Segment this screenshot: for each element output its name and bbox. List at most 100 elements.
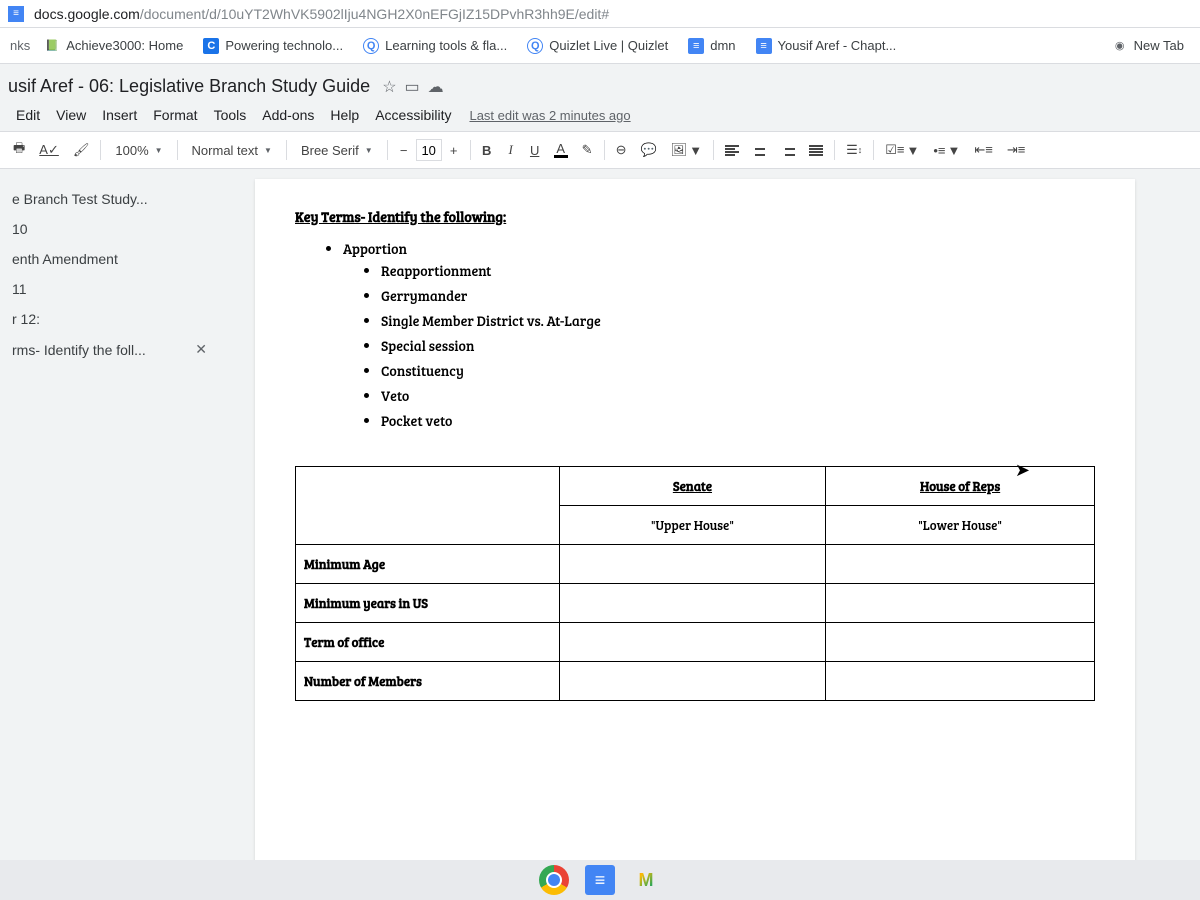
row-label: Minimum years in US <box>296 584 560 623</box>
list-item: Veto <box>381 383 1095 408</box>
docs-header: usif Aref - 06: Legislative Branch Study… <box>0 64 1200 131</box>
font-dropdown[interactable]: Bree Serif▼ <box>292 139 382 162</box>
paragraph-style-dropdown[interactable]: Normal text▼ <box>183 139 281 162</box>
outline-item[interactable]: r 12: <box>0 305 215 333</box>
bookmarks-bar: nks 📗 Achieve3000: Home CPowering technol… <box>0 28 1200 64</box>
align-right-icon[interactable] <box>775 142 801 159</box>
bookmark-label: dmn <box>710 38 735 53</box>
bookmark-icon: C <box>203 38 219 54</box>
outline-item[interactable]: enth Amendment <box>0 245 215 273</box>
table-header-senate: Senate <box>559 467 826 506</box>
docs-favicon: ≡ <box>8 6 24 22</box>
table-subheader: "Upper House" <box>559 506 826 545</box>
outline-item[interactable]: rms- Identify the foll...✕ <box>0 335 215 364</box>
table-row: Senate House of Reps <box>296 467 1095 506</box>
table-row: Term of office <box>296 623 1095 662</box>
menu-help[interactable]: Help <box>322 105 367 125</box>
menu-addons[interactable]: Add-ons <box>254 105 322 125</box>
comment-icon[interactable]: 💬 <box>634 139 662 161</box>
workspace: e Branch Test Study... 10 enth Amendment… <box>0 169 1200 895</box>
bookmark-label: Quizlet Live | Quizlet <box>549 38 668 53</box>
table-subheader: "Lower House" <box>826 506 1095 545</box>
bookmark-quizlet[interactable]: Q Quizlet Live | Quizlet <box>519 34 676 58</box>
comparison-table: Senate House of Reps "Upper House" "Lowe… <box>295 466 1095 701</box>
bookmark-learning[interactable]: QLearning tools & fla... <box>355 34 515 58</box>
fontsize-input[interactable] <box>416 139 442 161</box>
bookmark-label: Achieve3000: Home <box>66 38 183 53</box>
table-header-house: House of Reps <box>826 467 1095 506</box>
line-spacing-icon[interactable]: ☰↕ <box>840 139 868 161</box>
outline-item[interactable]: e Branch Test Study... <box>0 185 215 213</box>
document-page[interactable]: Key Terms- Identify the following: Appor… <box>255 179 1135 879</box>
fontsize-decrease[interactable]: − <box>393 140 415 161</box>
close-icon[interactable]: ✕ <box>195 341 207 358</box>
cloud-icon[interactable]: ☁ <box>428 77 444 97</box>
list-item: Constituency <box>381 358 1095 383</box>
bookmark-yousif[interactable]: ≡ Yousif Aref - Chapt... <box>748 34 905 58</box>
table-row: Number of Members <box>296 662 1095 701</box>
doc-title[interactable]: usif Aref - 06: Legislative Branch Study… <box>8 76 370 97</box>
list-item: Apportion Reapportionment Gerrymander Si… <box>343 236 1095 436</box>
bookmark-powering[interactable]: CPowering technolo... <box>195 34 351 58</box>
quizlet-icon: Q <box>527 38 543 54</box>
bookmark-label: Yousif Aref - Chapt... <box>778 38 897 53</box>
align-justify-icon[interactable] <box>803 142 829 159</box>
menu-edit[interactable]: Edit <box>8 105 48 125</box>
doc-title-row: usif Aref - 06: Legislative Branch Study… <box>8 72 1192 101</box>
bookmark-achieve3000[interactable]: 📗 Achieve3000: Home <box>36 34 191 58</box>
cursor-icon: ➤ <box>1015 460 1030 481</box>
bookmark-icon: 📗 <box>44 38 60 54</box>
bookmark-newtab[interactable]: ◉New Tab <box>1104 34 1192 58</box>
image-icon[interactable]: 🖼▼ <box>665 139 708 161</box>
page-area: Key Terms- Identify the following: Appor… <box>225 169 1200 895</box>
chrome-icon[interactable] <box>539 865 569 895</box>
print-icon[interactable]: 🖶 <box>7 136 31 164</box>
italic-button[interactable]: I <box>500 139 522 161</box>
docs-icon: ≡ <box>688 38 704 54</box>
indent-increase-icon[interactable]: ⇥≡ <box>1001 139 1031 161</box>
bold-button[interactable]: B <box>476 140 498 161</box>
docs-icon[interactable]: ≡ <box>585 865 615 895</box>
fontsize-increase[interactable]: + <box>443 140 465 161</box>
align-left-icon[interactable] <box>719 142 745 159</box>
gmail-icon[interactable]: M <box>631 865 661 895</box>
menu-view[interactable]: View <box>48 105 94 125</box>
indent-decrease-icon[interactable]: ⇤≡ <box>968 139 998 161</box>
bullet-list-icon[interactable]: •≡▼ <box>927 140 966 161</box>
star-icon[interactable]: ☆ <box>382 77 396 97</box>
zoom-dropdown[interactable]: 100%▼ <box>106 139 171 162</box>
zoom-value: 100% <box>115 143 148 158</box>
bookmark-dmn[interactable]: ≡ dmn <box>680 34 743 58</box>
document-outline: e Branch Test Study... 10 enth Amendment… <box>0 169 225 895</box>
menu-bar: Edit View Insert Format Tools Add-ons He… <box>8 101 1192 131</box>
formatting-toolbar: 🖶 A✓ 🖌 100%▼ Normal text▼ Bree Serif▼ − … <box>0 131 1200 169</box>
menu-accessibility[interactable]: Accessibility <box>367 105 459 125</box>
highlight-button[interactable]: ✎ <box>576 139 599 161</box>
underline-button[interactable]: U <box>524 140 546 161</box>
os-taskbar: ≡ M <box>0 860 1200 900</box>
bookmarks-prefix: nks <box>4 38 36 53</box>
docs-icon: ≡ <box>756 38 772 54</box>
menu-insert[interactable]: Insert <box>94 105 145 125</box>
menu-format[interactable]: Format <box>145 105 205 125</box>
text-color-button[interactable]: A <box>548 139 574 161</box>
list-item: Pocket veto <box>381 408 1095 433</box>
table-row: Minimum years in US <box>296 584 1095 623</box>
spellcheck-icon[interactable]: A✓ <box>33 139 65 161</box>
quizlet-icon: Q <box>363 38 379 54</box>
style-value: Normal text <box>192 143 258 158</box>
link-icon[interactable]: ⊖ <box>610 139 633 161</box>
outline-item[interactable]: 11 <box>0 275 215 303</box>
menu-tools[interactable]: Tools <box>206 105 255 125</box>
outline-item[interactable]: 10 <box>0 215 215 243</box>
last-edit-link[interactable]: Last edit was 2 minutes ago <box>469 108 630 123</box>
checklist-icon[interactable]: ☑≡▼ <box>879 139 925 161</box>
paint-format-icon[interactable]: 🖌 <box>67 139 96 161</box>
table-row: Minimum Age <box>296 545 1095 584</box>
list-item: Reapportionment <box>381 258 1095 283</box>
url-bar: ≡ docs.google.com/document/d/10uYT2WhVK5… <box>0 0 1200 28</box>
row-label: Number of Members <box>296 662 560 701</box>
globe-icon: ◉ <box>1112 38 1128 54</box>
move-icon[interactable]: ▭ <box>405 77 420 97</box>
align-center-icon[interactable] <box>747 142 773 159</box>
